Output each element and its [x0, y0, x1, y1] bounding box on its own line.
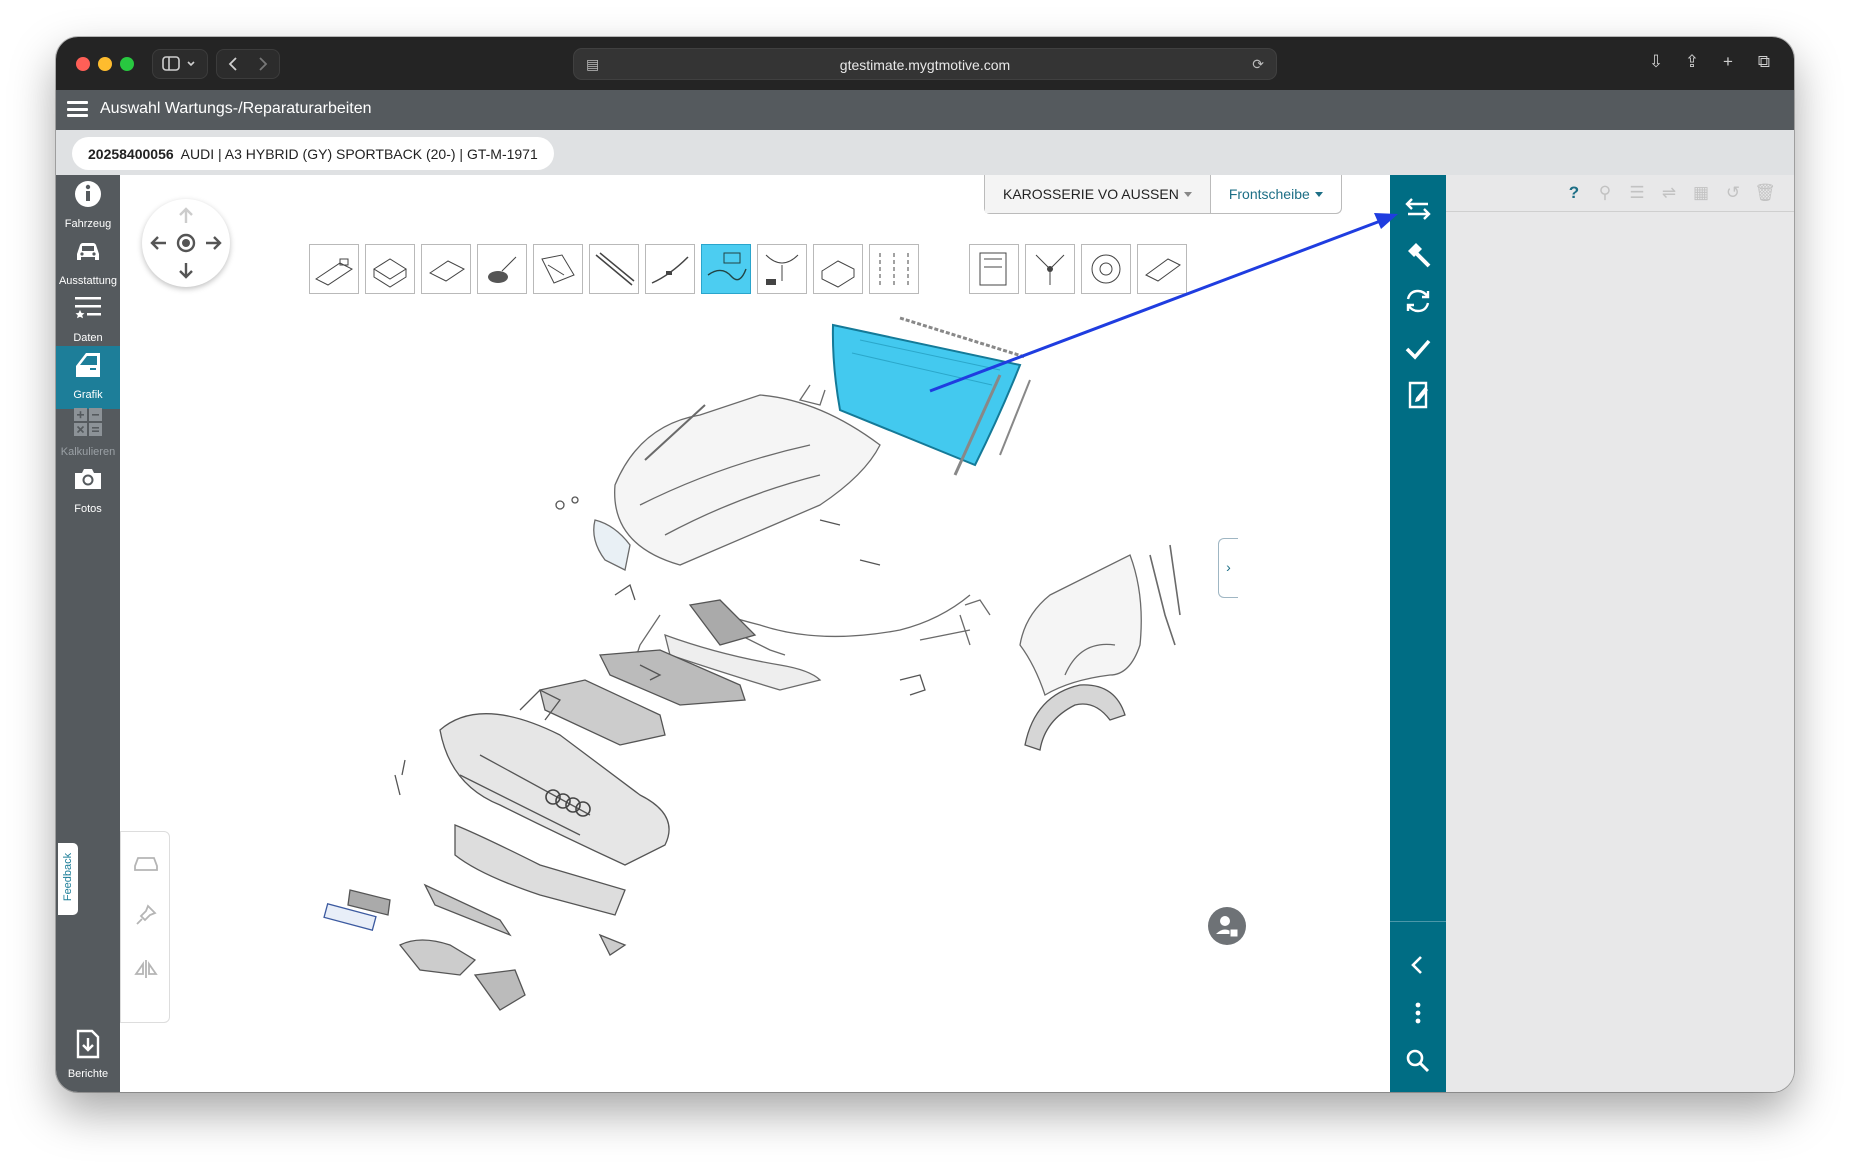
vehicle-description: AUDI | A3 HYBRID (GY) SPORTBACK (20-) | …	[180, 145, 538, 162]
calculator-icon	[74, 408, 102, 436]
nav-item-label: Daten	[73, 332, 103, 344]
vehicle-bar: 20258400056 AUDI | A3 HYBRID (GY) SPORTB…	[56, 130, 1794, 175]
nav-item-kalkulieren: Kalkulieren	[56, 403, 120, 466]
search-icon[interactable]	[1402, 1045, 1434, 1077]
search-part-icon: ⚲	[1598, 183, 1612, 202]
nav-item-fotos[interactable]: Fotos	[56, 460, 120, 523]
list-star-icon	[75, 297, 101, 319]
report-download-icon	[76, 1029, 100, 1059]
hamburger-menu-icon[interactable]	[67, 101, 88, 117]
nav-item-label: Fahrzeug	[64, 218, 112, 230]
pin-icon[interactable]	[135, 904, 157, 926]
left-navigation: Fahrzeug Ausstattung Daten Grafik Kalkul…	[56, 175, 120, 1092]
more-vertical-icon[interactable]	[1402, 997, 1434, 1029]
panel-expand-tab[interactable]: ›	[1218, 538, 1238, 598]
details-panel: ? ⚲ ☰ ⇌ ▦ ↺ 🗑	[1446, 175, 1794, 1092]
url-text: gtestimate.mygtmotive.com	[839, 57, 1011, 73]
nav-item-label: Fotos	[74, 503, 102, 515]
nav-item-grafik[interactable]: Grafik	[56, 346, 120, 409]
forward-icon	[259, 57, 268, 71]
nav-item-daten[interactable]: Daten	[56, 289, 120, 352]
info-icon	[75, 181, 101, 207]
chevron-left-icon[interactable]	[1402, 949, 1434, 981]
sidebar-icon	[162, 56, 195, 71]
nav-item-label: Berichte	[67, 1068, 109, 1080]
user-icon	[1216, 916, 1239, 938]
swap-arrows-icon[interactable]	[1402, 193, 1434, 225]
tab-overview-icon[interactable]: ⧉	[1752, 52, 1776, 72]
close-window-button[interactable]	[76, 57, 90, 71]
refresh-icon[interactable]	[1402, 285, 1434, 317]
back-icon	[228, 57, 237, 71]
downloads-icon[interactable]: ⇩	[1644, 52, 1668, 72]
sidebar-toggle-button[interactable]	[152, 49, 208, 79]
car-door-icon	[76, 353, 100, 377]
nav-item-fahrzeug[interactable]: Fahrzeug	[56, 175, 120, 238]
nav-item-berichte[interactable]: Berichte	[56, 1025, 120, 1088]
chevron-right-icon: ›	[1226, 559, 1231, 575]
camera-icon	[75, 469, 101, 489]
view-tools	[120, 831, 170, 1023]
graphic-canvas[interactable]: KAROSSERIE VO AUSSEN Frontscheibe ›	[120, 175, 1417, 1092]
feedback-label: Feedback	[62, 852, 74, 902]
browser-toolbar: ▤ gtestimate.mygtmotive.com ⟳ ⇩ ⇪ + ⧉	[56, 37, 1794, 90]
address-bar[interactable]: ▤ gtestimate.mygtmotive.com ⟳	[573, 48, 1277, 80]
edit-note-icon[interactable]	[1402, 379, 1434, 411]
user-support-button[interactable]	[1208, 907, 1246, 945]
delete-icon: 🗑	[1754, 183, 1776, 202]
hammer-icon[interactable]	[1402, 239, 1434, 271]
fender-part	[1019, 554, 1142, 696]
calculator-small-icon: ▦	[1692, 183, 1710, 202]
parts-diagram	[323, 316, 1181, 1011]
panel-toolbar: ? ⚲ ☰ ⇌ ▦ ↺ 🗑	[1446, 175, 1794, 212]
hood-part	[614, 394, 881, 566]
zoom-window-button[interactable]	[120, 57, 134, 71]
toolbar-divider	[1390, 921, 1446, 922]
page-title: Auswahl Wartungs-/Reparaturarbeiten	[100, 100, 372, 117]
wheel-liner-part	[1024, 684, 1126, 751]
nav-item-label: Ausstattung	[58, 275, 118, 287]
check-icon[interactable]	[1402, 333, 1434, 365]
minimize-window-button[interactable]	[98, 57, 112, 71]
action-toolbar	[1390, 175, 1446, 1092]
vehicle-pill[interactable]: 20258400056 AUDI | A3 HYBRID (GY) SPORTB…	[72, 137, 554, 170]
history-nav	[216, 49, 280, 79]
share-icon[interactable]: ⇪	[1680, 52, 1704, 72]
new-tab-icon[interactable]: +	[1716, 52, 1740, 72]
mirror-view-icon[interactable]	[133, 958, 159, 980]
filter-list-icon: ☰	[1629, 183, 1645, 202]
sliders-icon: ⇌	[1661, 183, 1677, 202]
feedback-tab[interactable]: Feedback	[58, 843, 78, 915]
translate-reload-icon[interactable]: ⟳	[1252, 56, 1264, 73]
help-icon[interactable]: ?	[1563, 183, 1585, 205]
nav-item-label: Kalkulieren	[60, 446, 116, 458]
nav-item-ausstattung[interactable]: Ausstattung	[56, 232, 120, 295]
browser-window: ▤ gtestimate.mygtmotive.com ⟳ ⇩ ⇪ + ⧉ Au…	[56, 37, 1794, 1092]
vehicle-id: 20258400056	[88, 145, 174, 162]
car-icon	[77, 243, 99, 260]
app-header: Auswahl Wartungs-/Reparaturarbeiten	[56, 90, 1794, 130]
car-view-icon[interactable]	[133, 852, 159, 872]
nav-item-label: Grafik	[73, 389, 103, 401]
undo-icon: ↺	[1725, 183, 1741, 202]
